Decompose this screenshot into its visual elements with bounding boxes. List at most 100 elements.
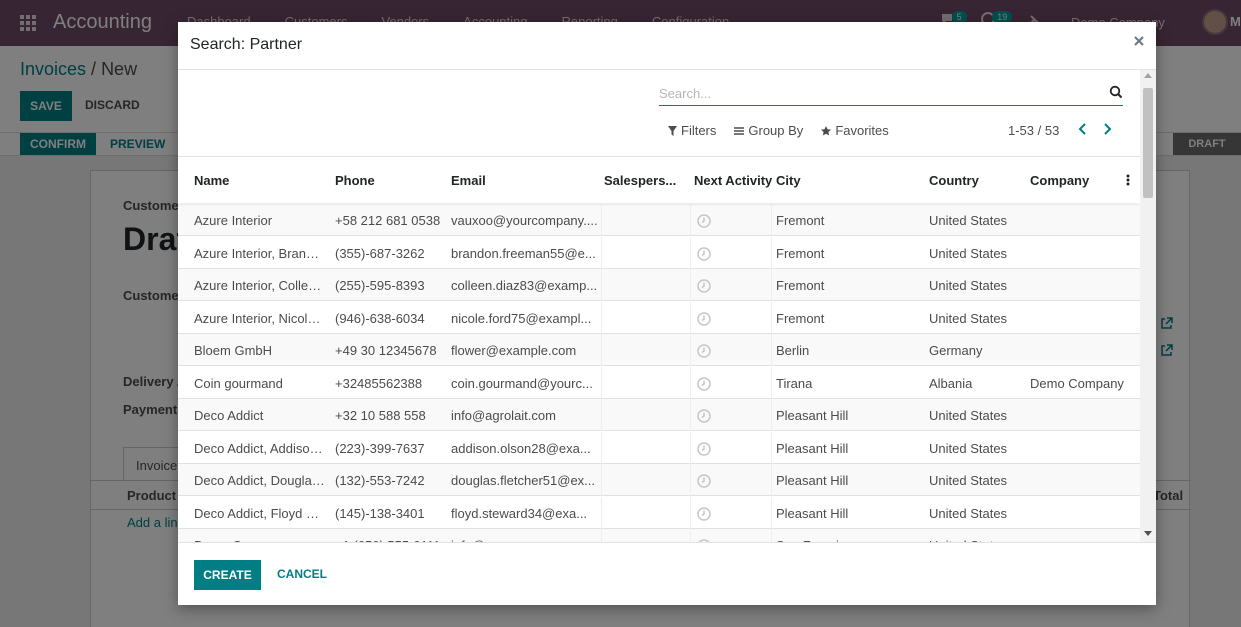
search-icon[interactable] (1109, 85, 1123, 99)
table-row[interactable]: Bloem GmbH +49 30 12345678 flower@example.… (178, 334, 1140, 366)
modal-title: Search: Partner (190, 36, 303, 53)
col-phone[interactable]: Phone (335, 173, 440, 188)
list-icon (734, 126, 745, 135)
table-row[interactable]: Deco Addict, Addison... (223)-399-7637 add… (178, 432, 1140, 464)
col-company[interactable]: Company (1030, 173, 1120, 188)
list-scrollbar[interactable] (1140, 70, 1156, 542)
group-by-button[interactable]: Group By (734, 123, 803, 138)
cell-country: Albania (929, 376, 973, 391)
filters-label: Filters (681, 123, 717, 138)
activity-clock-icon[interactable] (697, 279, 711, 293)
cell-divider (690, 367, 691, 399)
table-row[interactable]: Deco Addict +32 10 588 558 info@agrolait.c… (178, 399, 1140, 431)
cell-name: Coin gourmand (194, 376, 283, 391)
cell-email: vauxoo@yourcompany.... (451, 213, 598, 228)
activity-clock-icon[interactable] (697, 474, 711, 488)
filters-button[interactable]: Filters (668, 123, 716, 138)
cell-phone: (223)-399-7637 (335, 441, 425, 456)
cell-divider (690, 497, 691, 529)
cell-country: United States (929, 246, 1008, 261)
scroll-down-arrow[interactable] (1144, 531, 1152, 536)
modal-header: Search: Partner (178, 22, 1156, 70)
activity-clock-icon[interactable] (697, 247, 711, 261)
table-row[interactable]: Azure Interior +58 212 681 0538 vauxoo@you… (178, 204, 1140, 236)
table-row[interactable]: Azure Interior, Brando... (355)-687-3262 b… (178, 237, 1140, 269)
cell-country: United States (929, 441, 1008, 456)
cell-email: coin.gourmand@yourc... (451, 376, 593, 391)
activity-clock-icon[interactable] (697, 214, 711, 228)
cell-divider (601, 237, 602, 269)
favorites-button[interactable]: Favorites (821, 123, 889, 138)
cell-name: Deco Addict, Addison... (194, 441, 326, 456)
cell-name: Deco Addict, Floyd St... (194, 506, 326, 521)
pager-value[interactable]: 1-53 / 53 (1008, 123, 1059, 138)
cell-divider (601, 367, 602, 399)
star-icon (821, 125, 832, 135)
table-row[interactable]: Deco Addict, Douglas... (132)-553-7242 dou… (178, 464, 1140, 496)
cell-country: United States (929, 311, 1008, 326)
favorites-label: Favorites (835, 123, 889, 138)
cancel-button[interactable]: CANCEL (277, 567, 327, 581)
cell-name: Azure Interior (194, 213, 273, 228)
chevron-right-icon[interactable] (1102, 122, 1114, 136)
cell-city: Fremont (776, 246, 825, 261)
cell-divider (601, 334, 602, 366)
cell-country: United States (929, 473, 1008, 488)
cell-country: United States (929, 213, 1008, 228)
close-icon[interactable] (1132, 34, 1146, 48)
partner-search-dialog: Search: Partner Filters Group By Favorit… (178, 22, 1156, 605)
modal-footer: CREATE CANCEL (178, 542, 1156, 605)
cell-email: addison.olson28@exa... (451, 441, 591, 456)
col-name[interactable]: Name (194, 173, 324, 188)
cell-divider (771, 432, 772, 464)
table-row[interactable]: Azure Interior, Nicole ... (946)-638-6034… (178, 302, 1140, 334)
cell-email: nicole.ford75@exampl... (451, 311, 592, 326)
cell-email: brandon.freeman55@e... (451, 246, 596, 261)
cell-divider (690, 464, 691, 496)
cell-divider (601, 204, 602, 236)
cell-divider (771, 399, 772, 431)
table-row[interactable]: Demo Company+1 (650) 555-0111info@yourco… (178, 529, 1140, 542)
cell-city: Fremont (776, 213, 825, 228)
activity-clock-icon[interactable] (697, 507, 711, 521)
cell-name: Azure Interior, Collee... (194, 278, 326, 293)
cell-city: Fremont (776, 311, 825, 326)
cell-divider (601, 269, 602, 301)
cell-phone: +58 212 681 0538 (335, 213, 441, 228)
activity-clock-icon[interactable] (697, 377, 711, 391)
cell-divider (690, 432, 691, 464)
activity-clock-icon[interactable] (697, 344, 711, 358)
col-next-activity[interactable]: Next Activity (694, 173, 774, 188)
cell-city: Pleasant Hill (776, 473, 849, 488)
cell-divider (771, 334, 772, 366)
col-city[interactable]: City (776, 173, 916, 188)
activity-clock-icon[interactable] (697, 409, 711, 423)
cell-divider (771, 529, 772, 542)
cell-divider (601, 302, 602, 334)
cell-divider (690, 334, 691, 366)
table-row[interactable]: Azure Interior, Collee... (255)-595-8393 c… (178, 269, 1140, 301)
create-button[interactable]: CREATE (194, 560, 261, 590)
cell-company: Demo Company (1030, 376, 1124, 391)
activity-clock-icon[interactable] (697, 312, 711, 326)
table-row[interactable]: Coin gourmand +32485562388 coin.gourmand@y… (178, 367, 1140, 399)
col-salesperson[interactable]: Salespers... (604, 173, 682, 188)
cell-phone: (145)-138-3401 (335, 506, 425, 521)
chevron-left-icon[interactable] (1076, 122, 1088, 136)
cell-phone: (132)-553-7242 (335, 473, 425, 488)
cell-divider (771, 497, 772, 529)
cell-email: floyd.steward34@exa... (451, 506, 588, 521)
table-row[interactable]: Deco Addict, Floyd St... (145)-138-3401 fl… (178, 497, 1140, 529)
column-options-icon[interactable] (1125, 173, 1131, 187)
scroll-up-arrow[interactable] (1144, 73, 1152, 78)
col-email[interactable]: Email (451, 173, 591, 188)
activity-clock-icon[interactable] (697, 442, 711, 456)
search-input[interactable] (659, 82, 1099, 104)
scroll-thumb[interactable] (1143, 88, 1153, 198)
col-country[interactable]: Country (929, 173, 1019, 188)
cell-country: United States (929, 506, 1008, 521)
cell-name: Azure Interior, Brando... (194, 246, 326, 261)
cell-divider (771, 302, 772, 334)
cell-divider (690, 204, 691, 236)
cell-city: Fremont (776, 278, 825, 293)
